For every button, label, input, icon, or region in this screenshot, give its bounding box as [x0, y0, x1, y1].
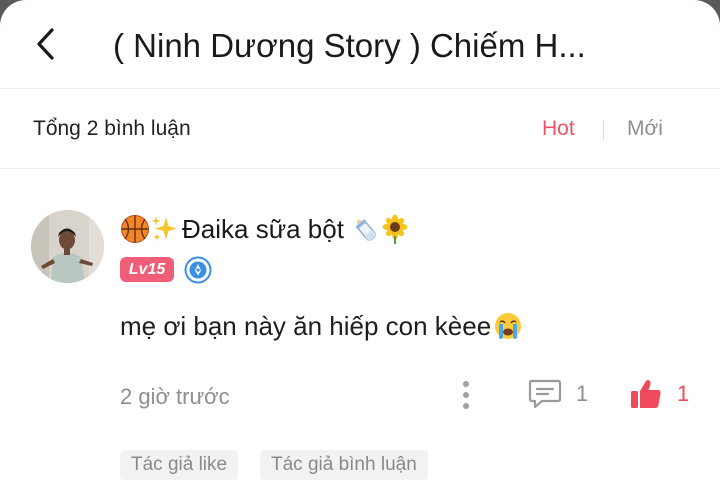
sort-divider	[603, 120, 604, 140]
author-reply-tag[interactable]: Tác giả bình luận	[260, 450, 428, 480]
comment-text: mẹ ơi bạn này ăn hiếp con kèee	[120, 311, 492, 341]
comment-total-label: Tổng 2 bình luận	[33, 117, 191, 140]
like-button[interactable]: 1	[629, 377, 689, 411]
comment-bubble-icon	[528, 379, 562, 409]
comments-summary-bar: Tổng 2 bình luận Hot Mới	[0, 89, 720, 169]
avatar-photo	[31, 210, 104, 283]
more-vertical-icon	[463, 381, 469, 409]
thumbs-up-icon	[631, 380, 661, 408]
comment-username[interactable]: Đaika sữa bột	[120, 212, 410, 246]
basketball-icon	[121, 215, 149, 243]
like-count: 1	[677, 381, 690, 406]
sort-new-tab[interactable]: Mới	[627, 117, 663, 141]
comments-screen: ( Ninh Dương Story ) Chiếm H... Tổng 2 b…	[0, 0, 720, 491]
page-title: ( Ninh Dương Story ) Chiếm H...	[113, 27, 586, 64]
back-button[interactable]	[26, 22, 66, 66]
sort-hot-tab[interactable]: Hot	[542, 117, 575, 141]
reply-count: 1	[576, 381, 589, 406]
username-text: Đaika sữa bột	[182, 214, 344, 244]
comment-body: mẹ ơi bạn này ăn hiếp con kèee	[120, 310, 523, 342]
sparkles-icon	[151, 216, 177, 241]
baby-bottle-icon	[355, 219, 376, 241]
sunflower-icon	[382, 214, 408, 244]
verified-badge-icon	[184, 256, 212, 284]
reply-button[interactable]: 1	[528, 378, 588, 410]
level-badge: Lv15	[120, 257, 174, 282]
top-bar: ( Ninh Dương Story ) Chiếm H...	[0, 0, 720, 89]
avatar[interactable]	[31, 210, 104, 283]
author-like-tag[interactable]: Tác giả like	[120, 450, 239, 480]
more-options-button[interactable]	[452, 377, 480, 413]
back-arrow-icon	[37, 28, 54, 60]
comment-timestamp: 2 giờ trước	[120, 384, 230, 409]
crying-face-icon	[495, 313, 522, 339]
